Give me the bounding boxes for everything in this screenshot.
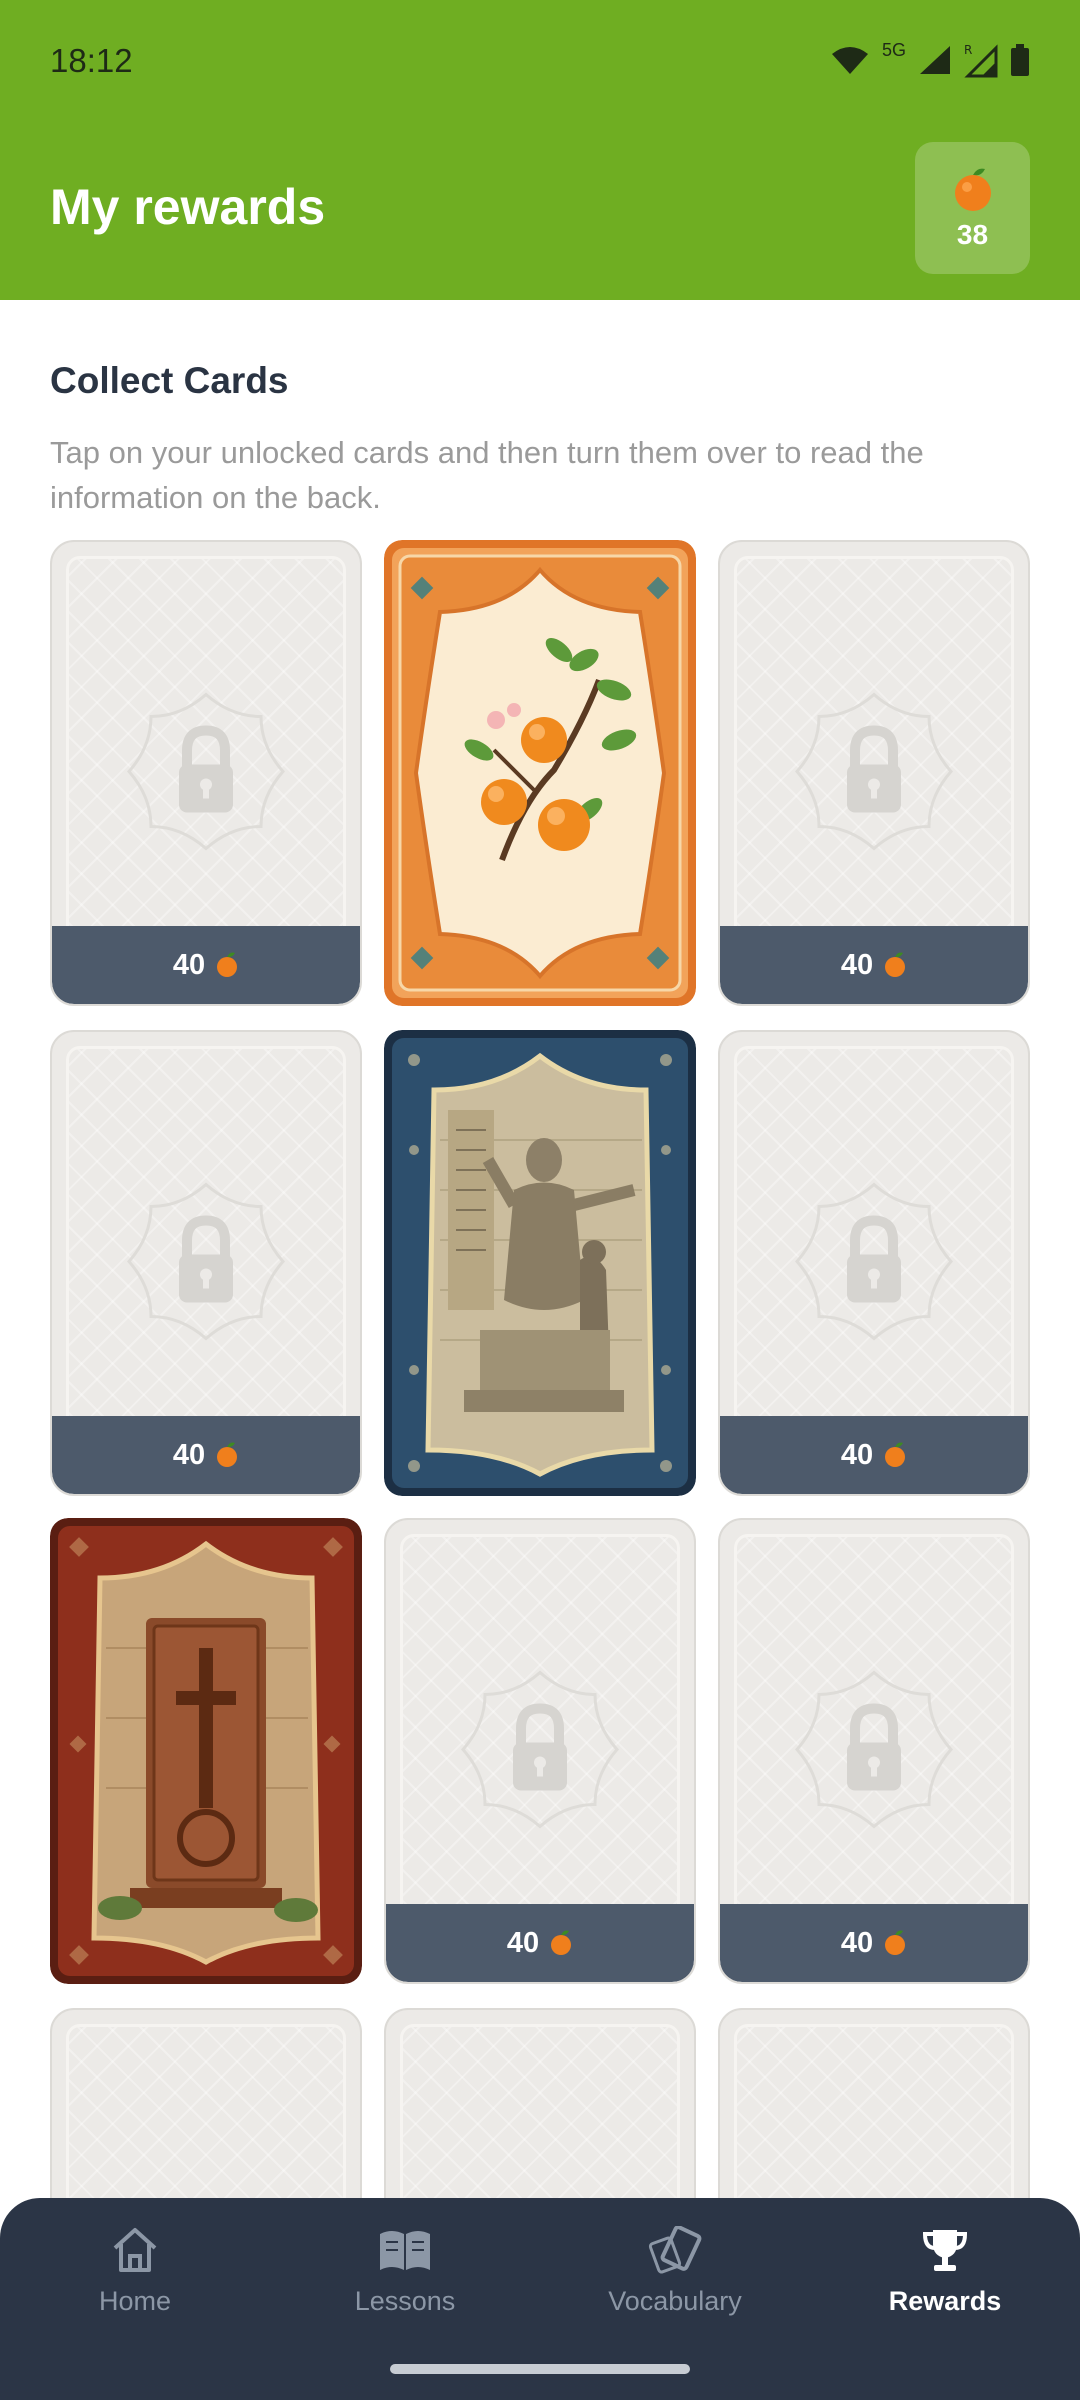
locked-card[interactable]: 40 [384, 1518, 696, 1984]
unlocked-card-khachkar[interactable] [50, 1518, 362, 1984]
apricot-icon [885, 1930, 906, 1955]
nav-lessons-label: Lessons [354, 2286, 456, 2316]
card-price: 40 [840, 948, 874, 981]
apricot-icon [885, 1442, 906, 1467]
lock-icon [789, 1665, 959, 1840]
home-icon [113, 2228, 157, 2272]
card-price-bar: 40 [52, 926, 360, 1004]
nav-vocabulary[interactable]: Vocabulary [540, 2226, 810, 2336]
locked-card[interactable]: 40 [718, 540, 1030, 1006]
card-price: 40 [840, 1926, 874, 1959]
statue-card-art [384, 1030, 696, 1496]
flashcards-icon [648, 2226, 702, 2274]
apricot-icon [217, 952, 238, 977]
khachkar-card-art [50, 1518, 362, 1984]
unlocked-card-statue[interactable] [384, 1030, 696, 1496]
apricot-icon [551, 1930, 572, 1955]
lock-icon [789, 687, 959, 862]
card-price: 40 [172, 1438, 206, 1471]
nav-lessons[interactable]: Lessons [270, 2226, 540, 2336]
book-icon [380, 2231, 430, 2270]
locked-card[interactable]: 40 [50, 540, 362, 1006]
unlocked-card-apricot[interactable] [384, 540, 696, 1006]
nav-rewards-label: Rewards [888, 2286, 1002, 2316]
card-price-bar: 40 [720, 926, 1028, 1004]
locked-card[interactable]: 40 [50, 1030, 362, 1496]
apricot-card-art [384, 540, 696, 1006]
nav-home-label: Home [98, 2286, 172, 2316]
nav-vocabulary-label: Vocabulary [608, 2286, 742, 2316]
card-price-bar: 40 [52, 1416, 360, 1494]
lock-icon [789, 1177, 959, 1352]
locked-card[interactable]: 40 [718, 1518, 1030, 1984]
nav-rewards[interactable]: Rewards [810, 2226, 1080, 2336]
nav-home[interactable]: Home [0, 2226, 270, 2336]
apricot-icon [885, 952, 906, 977]
lock-icon [121, 687, 291, 862]
card-price: 40 [506, 1926, 540, 1959]
lock-icon [121, 1177, 291, 1352]
cards-grid: 40 40 40 40 40 40 [0, 0, 1080, 2400]
trophy-icon [922, 2230, 968, 2271]
card-price-bar: 40 [386, 1904, 694, 1982]
card-price: 40 [172, 948, 206, 981]
locked-card[interactable]: 40 [718, 1030, 1030, 1496]
apricot-icon [217, 1442, 238, 1467]
home-indicator[interactable] [390, 2364, 690, 2374]
lock-icon [455, 1665, 625, 1840]
card-price: 40 [840, 1438, 874, 1471]
card-price-bar: 40 [720, 1416, 1028, 1494]
card-price-bar: 40 [720, 1904, 1028, 1982]
